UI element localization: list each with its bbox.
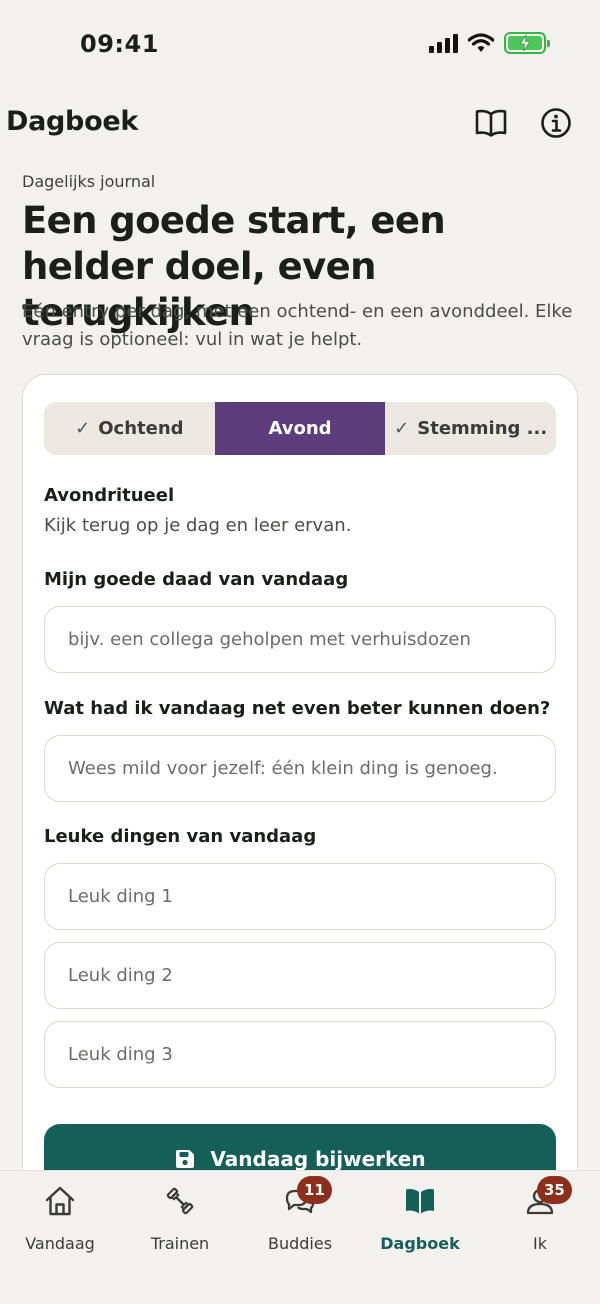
- improve-input[interactable]: [44, 735, 556, 802]
- save-button-label: Vandaag bijwerken: [210, 1147, 426, 1171]
- tab-bar: Vandaag Trainen 11 Buddies Dagboek 35 Ik: [0, 1170, 600, 1304]
- segment-label: Stemming ...: [417, 418, 548, 439]
- app-title: Dagboek: [6, 106, 139, 137]
- segment-ochtend[interactable]: ✓ Ochtend: [44, 402, 215, 455]
- good-deed-label: Mijn goede daad van vandaag: [44, 569, 349, 590]
- tab-label: Ik: [533, 1234, 547, 1253]
- tab-label: Buddies: [267, 1234, 333, 1253]
- notification-badge: 35: [537, 1176, 572, 1204]
- fun-thing-input-2[interactable]: [44, 942, 556, 1009]
- home-icon: [45, 1186, 75, 1215]
- tab-dagboek[interactable]: Dagboek: [360, 1183, 480, 1253]
- tab-ik[interactable]: 35 Ik: [480, 1176, 600, 1253]
- segment-control: ✓ Ochtend Avond ✓ Stemming ...: [44, 402, 556, 455]
- page-eyebrow: Dagelijks journal: [22, 172, 156, 191]
- tab-buddies[interactable]: 11 Buddies: [240, 1176, 360, 1253]
- good-deed-input[interactable]: [44, 606, 556, 673]
- tab-trainen[interactable]: Trainen: [120, 1183, 240, 1253]
- battery-icon: [504, 32, 550, 54]
- dumbbell-icon: [166, 1187, 194, 1214]
- status-time: 09:41: [80, 30, 159, 58]
- fun-thing-input-1[interactable]: [44, 863, 556, 930]
- segment-stemming[interactable]: ✓ Stemming ...: [385, 402, 556, 455]
- ritual-title: Avondritueel: [44, 485, 175, 506]
- tab-label: Trainen: [150, 1234, 210, 1253]
- segment-label: Avond: [268, 418, 332, 439]
- book-icon: [406, 1188, 434, 1213]
- notification-badge: 11: [297, 1176, 332, 1204]
- status-icons: [429, 32, 550, 54]
- check-icon: ✓: [75, 418, 91, 439]
- info-button[interactable]: [538, 105, 574, 141]
- page-description: Eén entry per dag, met een ochtend- en e…: [22, 301, 573, 350]
- status-bar: 09:41: [0, 0, 600, 90]
- guide-button[interactable]: [473, 105, 509, 141]
- segment-label: Ochtend: [98, 418, 184, 439]
- tab-vandaag[interactable]: Vandaag: [0, 1183, 120, 1253]
- journal-card: ✓ Ochtend Avond ✓ Stemming ... Avondritu…: [22, 374, 578, 1254]
- fun-thing-input-3[interactable]: [44, 1021, 556, 1088]
- segment-avond[interactable]: Avond: [214, 402, 386, 455]
- fun-things-label: Leuke dingen van vandaag: [44, 826, 317, 847]
- improve-label: Wat had ik vandaag net even beter kunnen…: [44, 698, 551, 719]
- ritual-subtitle: Kijk terug op je dag en leer ervan.: [44, 515, 352, 536]
- open-book-icon: [475, 109, 507, 137]
- info-icon: [541, 108, 571, 138]
- tab-label: Vandaag: [25, 1234, 95, 1253]
- wifi-icon: [468, 33, 494, 52]
- save-icon: [176, 1150, 195, 1168]
- tab-label: Dagboek: [380, 1234, 460, 1253]
- app-header: Dagboek: [0, 100, 600, 148]
- check-icon: ✓: [394, 418, 410, 439]
- cellular-signal-icon: [429, 33, 458, 53]
